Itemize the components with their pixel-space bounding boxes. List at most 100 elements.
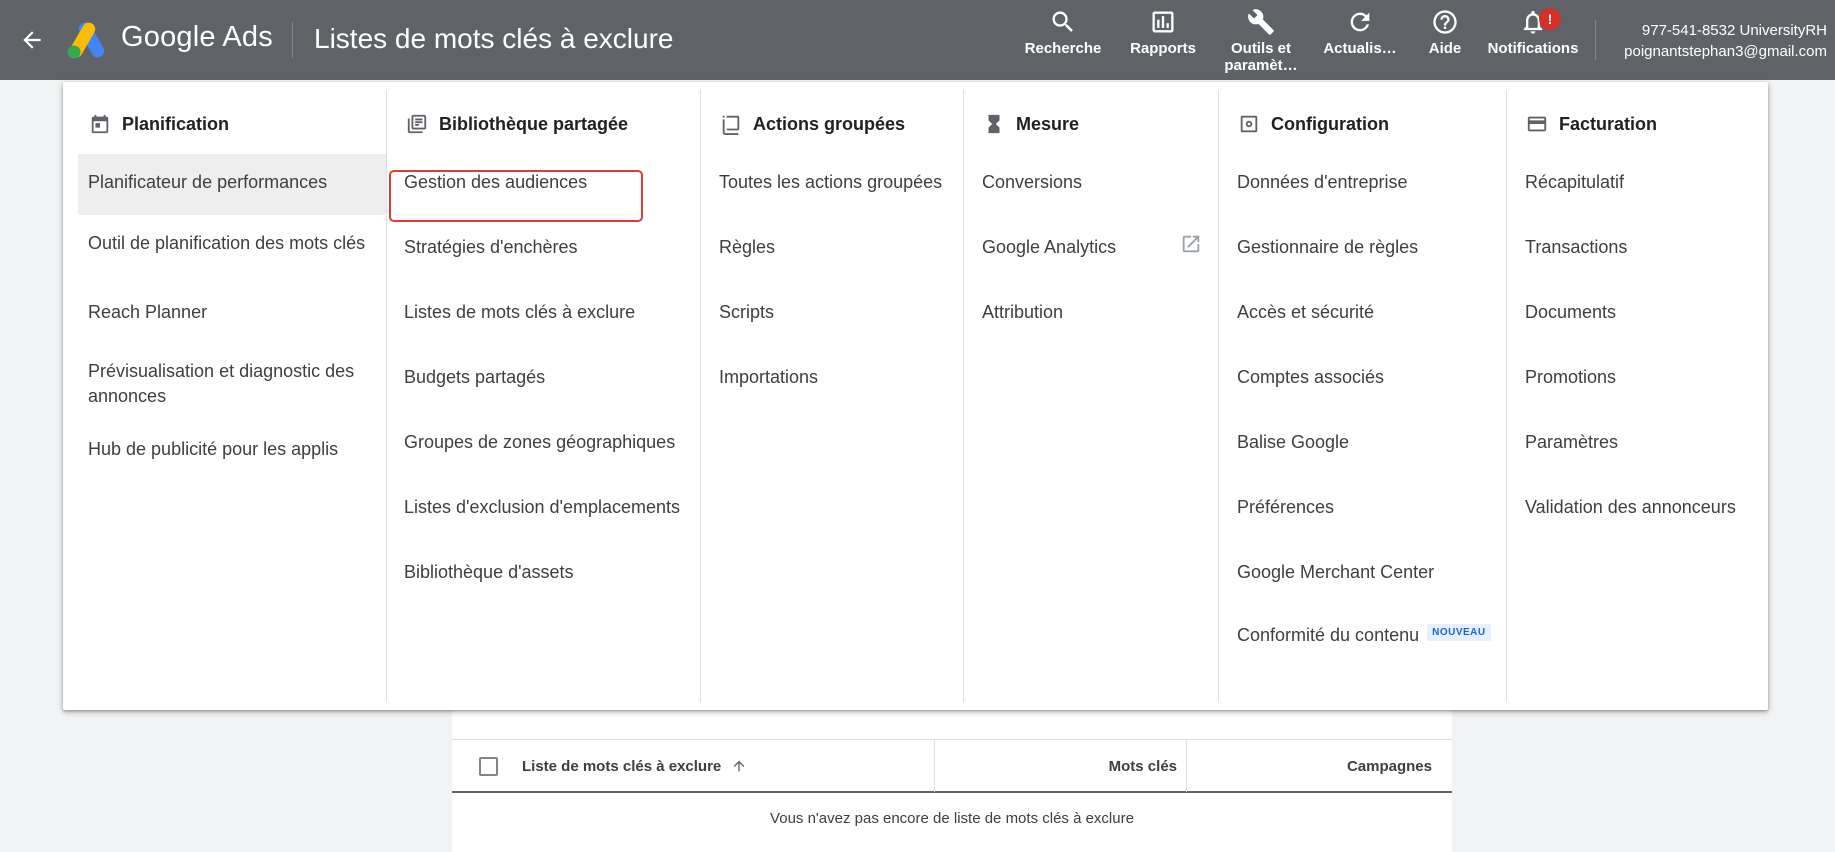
menu-item-promotions[interactable]: Promotions [1507,349,1760,414]
menu-item-all-bulk-actions[interactable]: Toutes les actions groupées [701,154,963,219]
refresh-button[interactable]: Actualis… [1318,8,1402,57]
account-id-name: 977-541-8532 UniversityRH [1641,22,1827,39]
menu-item-advertiser-verification[interactable]: Validation des annonceurs [1507,479,1760,544]
menu-item-performance-planner[interactable]: Planificateur de performances [78,154,386,215]
setup-items: Données d'entreprise Gestionnaire de règ… [1219,154,1506,674]
new-badge: NOUVEAU [1427,624,1491,641]
menu-item-location-groups[interactable]: Groupes de zones géographiques [387,414,700,479]
notifications-label: Notifications [1487,40,1579,57]
menu-item-shared-budgets[interactable]: Budgets partagés [387,349,700,414]
google-ads-logo-icon[interactable] [66,20,108,60]
planification-items: Planificateur de performances Outil de p… [78,154,386,475]
menu-item-app-advertising-hub[interactable]: Hub de publicité pour les applis [78,435,386,475]
bar-chart-icon [1123,8,1203,36]
settings-icon [1237,112,1261,136]
menu-item-summary[interactable]: Récapitulatif [1507,154,1760,219]
column-header-planification: Planification [88,104,229,144]
menu-item-conversions[interactable]: Conversions [964,154,1218,219]
column-header-list-name[interactable]: Liste de mots clés à exclure [522,758,747,778]
menu-item-billing-settings[interactable]: Paramètres [1507,414,1760,479]
menu-column-setup: Configuration Données d'entreprise Gesti… [1218,90,1506,702]
menu-item-rules-manager[interactable]: Gestionnaire de règles [1219,219,1506,284]
menu-column-bulk-actions: Actions groupées Toutes les actions grou… [700,90,963,702]
menu-item-merchant-center[interactable]: Google Merchant Center [1219,544,1506,609]
menu-item-content-suitability[interactable]: Conformité du contenu NOUVEAU [1219,609,1506,674]
copy-icon [719,112,743,136]
column-header-setup: Configuration [1237,104,1389,144]
account-email: poignantstephan3@gmail.com [1624,43,1827,60]
menu-item-preferences[interactable]: Préférences [1219,479,1506,544]
tools-settings-button[interactable]: Outils et paramèt… [1222,8,1300,74]
help-label: Aide [1428,40,1462,57]
menu-column-planification: Planification Planificateur de performan… [78,90,386,702]
arrow-up-icon [731,758,747,778]
menu-item-negative-keyword-lists[interactable]: Listes de mots clés à exclure [387,284,700,349]
brand-ads: Ads [222,21,273,53]
column-header-billing: Facturation [1525,104,1657,144]
notifications-button[interactable]: ! Notifications [1484,8,1582,57]
bulk-actions-items: Toutes les actions groupées Règles Scrip… [701,154,963,414]
menu-item-keyword-planner[interactable]: Outil de planification des mots clés [78,215,386,296]
library-icon [405,112,429,136]
menu-item-access-security[interactable]: Accès et sécurité [1219,284,1506,349]
menu-item-google-analytics[interactable]: Google Analytics [964,219,1218,284]
menu-item-google-tag[interactable]: Balise Google [1219,414,1506,479]
column-header-shared-library: Bibliothèque partagée [405,104,628,144]
menu-item-business-data[interactable]: Données d'entreprise [1219,154,1506,219]
refresh-icon [1318,8,1402,36]
menu-item-bid-strategies[interactable]: Stratégies d'enchères [387,219,700,284]
menu-item-transactions[interactable]: Transactions [1507,219,1760,284]
billing-items: Récapitulatif Transactions Documents Pro… [1507,154,1760,544]
menu-item-rules[interactable]: Règles [701,219,963,284]
help-icon [1420,8,1470,36]
menu-item-ad-preview-diagnosis[interactable]: Prévisualisation et diagnostic des annon… [78,354,386,435]
menu-item-scripts[interactable]: Scripts [701,284,963,349]
menu-item-reach-planner[interactable]: Reach Planner [78,296,386,354]
menu-item-uploads[interactable]: Importations [701,349,963,414]
menu-item-documents[interactable]: Documents [1507,284,1760,349]
search-label: Recherche [1024,40,1102,57]
brand-google: Google [121,21,216,53]
search-button[interactable]: Recherche [1023,8,1103,57]
table-header: Liste de mots clés à exclure Mots clés C… [452,739,1452,793]
help-button[interactable]: Aide [1420,8,1470,57]
bell-icon [1484,8,1582,36]
reports-button[interactable]: Rapports [1123,8,1203,57]
column-header-measurement: Mesure [982,104,1079,144]
column-header-keywords[interactable]: Mots clés [1109,758,1177,775]
menu-column-shared-library: Bibliothèque partagée Gestion des audien… [386,90,700,702]
back-arrow-icon[interactable] [14,22,50,58]
menu-item-linked-accounts[interactable]: Comptes associés [1219,349,1506,414]
column-header-campaigns[interactable]: Campagnes [1347,758,1432,775]
brand-name: Google Ads [121,21,273,54]
calendar-icon [88,112,112,136]
open-in-new-icon [1180,233,1202,262]
account-divider [1595,20,1596,60]
search-icon [1023,8,1103,36]
menu-item-placement-exclusion-lists[interactable]: Listes d'exclusion d'emplacements [387,479,700,544]
menu-item-attribution[interactable]: Attribution [964,284,1218,349]
highlight-box [389,170,643,222]
menu-item-asset-library[interactable]: Bibliothèque d'assets [387,544,700,609]
credit-card-icon [1525,112,1549,136]
page-title: Listes de mots clés à exclure [314,23,674,54]
column-divider [934,740,935,792]
tools-settings-label: Outils et paramèt… [1224,40,1298,74]
select-all-checkbox[interactable] [479,757,498,776]
top-app-bar: Google Ads Listes de mots clés à exclure… [0,0,1835,80]
notification-badge: ! [1539,8,1561,30]
shared-library-items: Gestion des audiences Stratégies d'enchè… [387,154,700,609]
negative-keyword-lists-table: Liste de mots clés à exclure Mots clés C… [452,710,1452,852]
menu-column-measurement: Mesure Conversions Google Analytics Attr… [963,90,1218,702]
menu-column-billing: Facturation Récapitulatif Transactions D… [1506,90,1760,702]
empty-state-message: Vous n'avez pas encore de liste de mots … [770,810,1134,827]
refresh-label: Actualis… [1323,40,1397,57]
column-header-bulk-actions: Actions groupées [719,104,905,144]
title-divider [292,22,293,58]
account-switcher[interactable]: 977-541-8532 UniversityRH poignantstepha… [1624,20,1827,62]
column-divider [1186,740,1187,792]
wrench-icon [1222,8,1300,36]
tools-and-settings-menu: Planification Planificateur de performan… [63,82,1768,710]
reports-label: Rapports [1130,40,1196,57]
hourglass-icon [982,112,1006,136]
